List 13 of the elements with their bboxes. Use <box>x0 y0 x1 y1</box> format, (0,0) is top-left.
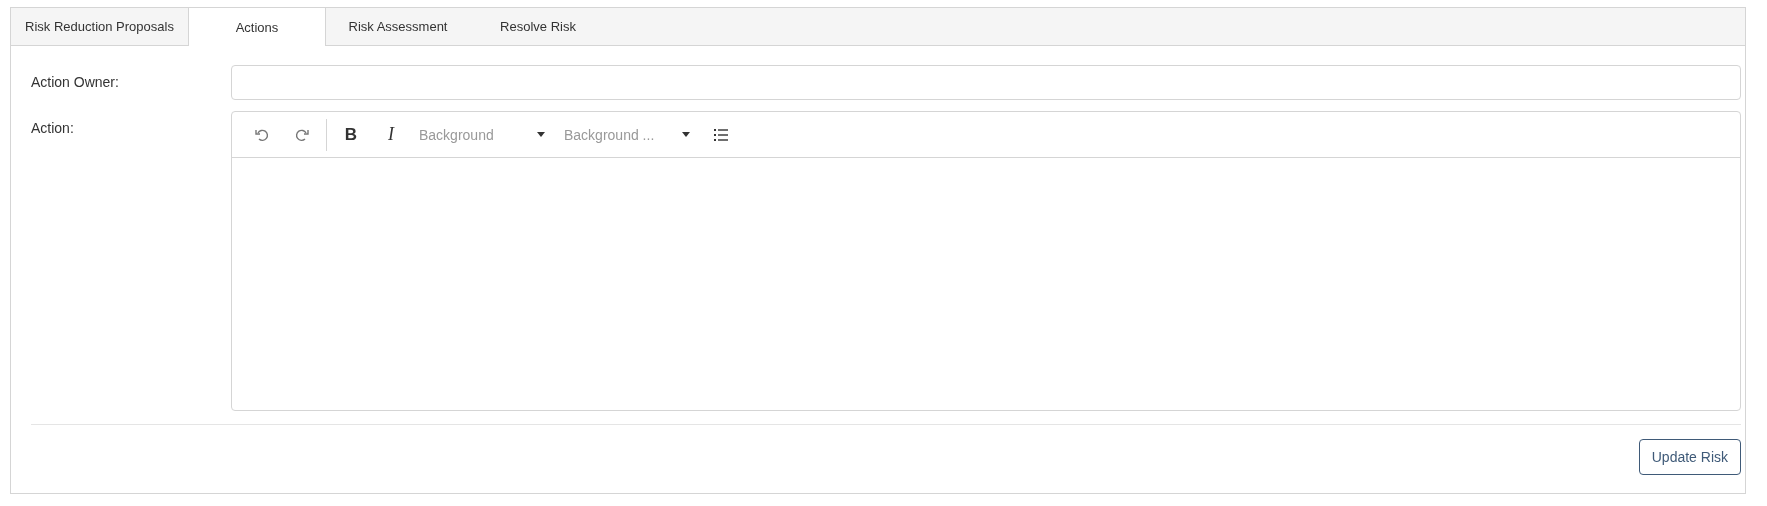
tab[interactable]: Resolve Risk <box>470 8 606 45</box>
bullet-list-icon <box>714 128 728 141</box>
input-field[interactable] <box>231 65 1741 100</box>
tab[interactable]: Risk Reduction Proposals <box>11 8 188 45</box>
caret-icon <box>682 132 690 137</box>
tab[interactable]: Actions <box>188 8 326 46</box>
field-label: Action: <box>31 119 75 138</box>
field-label: Action Owner: <box>31 73 120 92</box>
bold-button[interactable]: B <box>331 118 371 151</box>
tab[interactable]: Risk Assessment <box>326 8 470 45</box>
update-risk-button[interactable]: Update Risk <box>1638 439 1741 475</box>
caret-icon <box>537 132 545 137</box>
italic-button[interactable]: I <box>371 118 411 151</box>
